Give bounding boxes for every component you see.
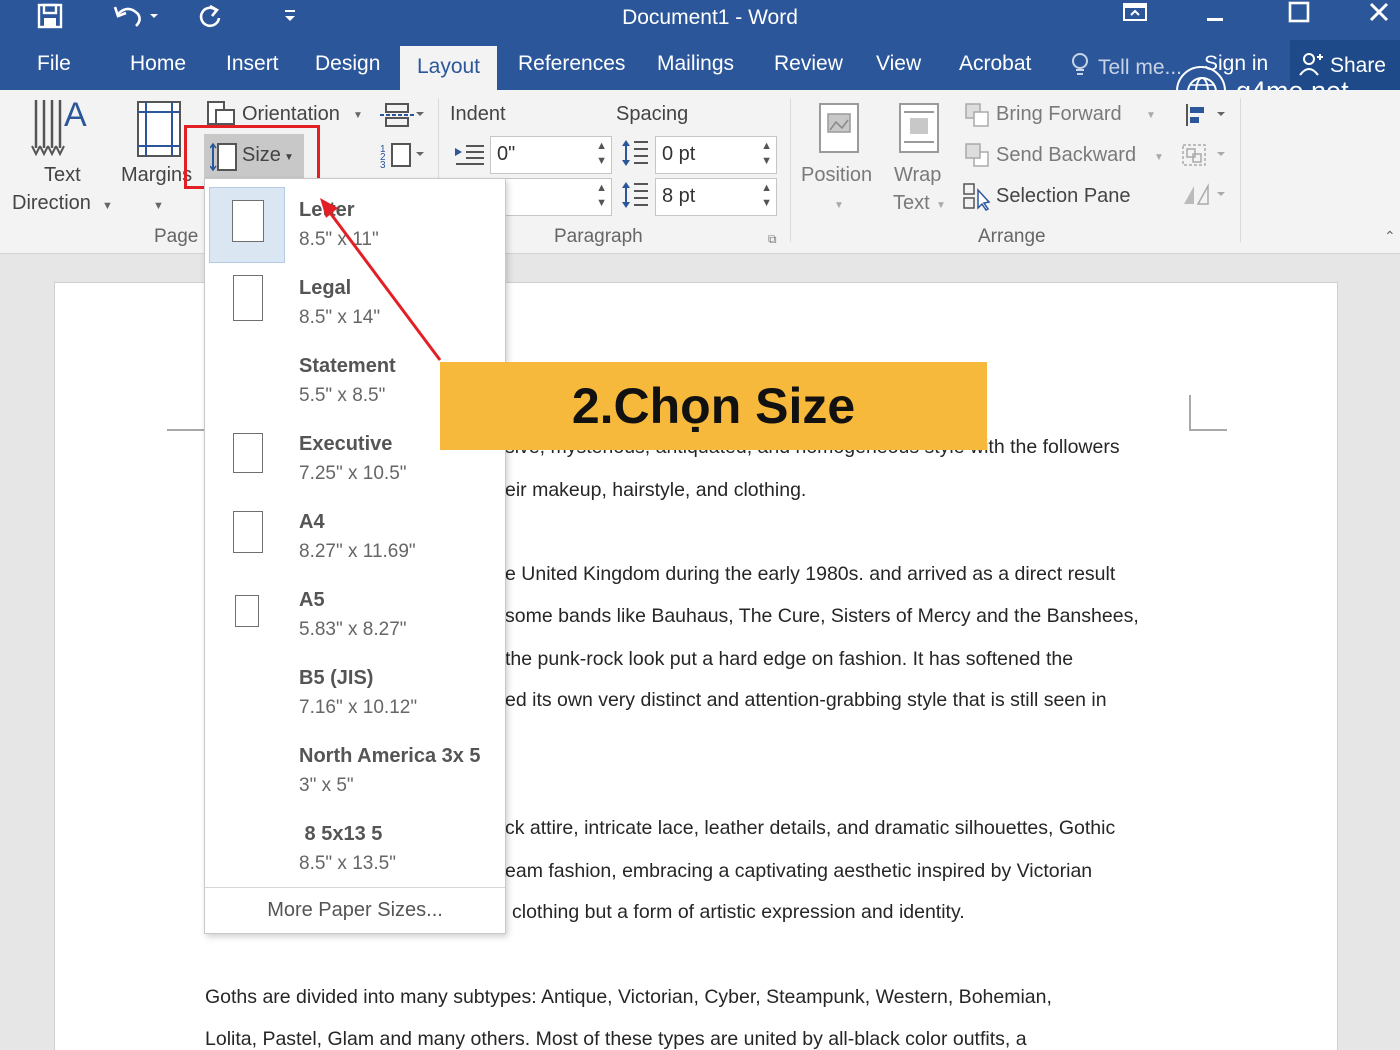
tab-layout[interactable]: Layout [400, 46, 497, 90]
spinner-arrows-icon[interactable]: ▲ ▼ [596, 139, 607, 169]
rotate-icon[interactable] [1180, 182, 1228, 213]
instruction-callout: 2.Chọn Size [440, 362, 987, 450]
tab-review[interactable]: Review [774, 52, 843, 76]
paper-thumb [209, 187, 285, 263]
paper-size-b5-jis[interactable]: B5 (JIS) 7.16" x 10.12" [205, 655, 505, 733]
maximize-icon[interactable] [1274, 0, 1324, 34]
tab-insert[interactable]: Insert [226, 52, 279, 76]
minimize-icon[interactable] [1190, 0, 1240, 34]
svg-text:A: A [64, 96, 87, 134]
chevron-down-icon: ▼ [1146, 110, 1156, 121]
group-separator [1240, 98, 1241, 242]
selection-pane-button[interactable]: Selection Pane [996, 185, 1131, 208]
crop-mark [1189, 395, 1191, 431]
doc-text-line: ck attire, intricate lace, leather detai… [505, 817, 1116, 839]
tab-references[interactable]: References [518, 52, 625, 76]
paper-thumb [209, 421, 285, 497]
align-icon[interactable] [1184, 102, 1228, 133]
indent-left-input[interactable]: 0" ▲ ▼ [490, 136, 612, 174]
tab-view[interactable]: View [876, 52, 921, 76]
more-paper-sizes-link[interactable]: More Paper Sizes... [205, 887, 505, 933]
tab-mailings[interactable]: Mailings [657, 52, 734, 76]
group-objects-icon[interactable] [1180, 142, 1228, 173]
doc-text-line: clothing but a form of artistic expressi… [512, 901, 965, 923]
lightbulb-icon [1070, 52, 1090, 84]
doc-text-line: eir makeup, hairstyle, and clothing. [505, 479, 807, 501]
breaks-icon[interactable] [380, 102, 426, 133]
paper-size-legal[interactable]: Legal 8.5" x 14" [205, 265, 505, 343]
orientation-button[interactable]: Orientation [242, 103, 340, 126]
position-button[interactable]: Position [801, 164, 872, 187]
size-dropdown-menu: Letter 8.5" x 11" Legal 8.5" x 14" State… [204, 178, 506, 934]
tab-home[interactable]: Home [130, 52, 186, 76]
spinner-arrows-icon[interactable]: ▲ ▼ [761, 139, 772, 169]
doc-text-line: the punk-rock look put a hard edge on fa… [505, 648, 1074, 670]
tab-design[interactable]: Design [315, 52, 380, 76]
indent-left-icon [454, 144, 486, 171]
bring-forward-icon [964, 102, 992, 133]
spacing-after-input[interactable]: 8 pt ▲ ▼ [655, 178, 777, 216]
page-setup-group-label: Page [154, 226, 199, 247]
collapse-ribbon-icon[interactable]: ⌃ [1384, 228, 1396, 245]
paper-size-a5[interactable]: A5 5.83" x 8.27" [205, 577, 505, 655]
chevron-down-icon: ▼ [1154, 152, 1164, 163]
title-bar: Document1 - Word [0, 0, 1400, 40]
close-icon[interactable] [1354, 0, 1400, 34]
paper-size-north-america-3x5[interactable]: North America 3x 5 3" x 5" [205, 733, 505, 811]
send-backward-button[interactable]: Send Backward [996, 144, 1136, 167]
paper-thumb [209, 577, 285, 653]
text-direction-label-2[interactable]: Direction [12, 192, 91, 215]
arrange-group-label: Arrange [978, 226, 1046, 247]
doc-text-line: Lolita, Pastel, Glam and many others. Mo… [205, 1028, 1027, 1050]
tell-me-box[interactable]: Tell me... [1070, 52, 1182, 84]
indent-right-input[interactable]: "▲▼ [490, 178, 612, 216]
chevron-down-icon: ▼ [353, 110, 363, 121]
spacing-after-icon [620, 180, 650, 215]
wrap-text-label-2[interactable]: Text [893, 192, 930, 215]
paper-size-a4[interactable]: A4 8.27" x 11.69" [205, 499, 505, 577]
send-backward-icon [964, 142, 992, 173]
doc-text-line: ed its own very distinct and attention-g… [505, 689, 1107, 711]
crop-mark [167, 429, 207, 431]
spinner-arrows-icon[interactable]: ▲ ▼ [761, 181, 772, 211]
selection-pane-icon [962, 182, 992, 217]
spacing-label: Spacing [616, 103, 689, 125]
doc-text-line: e United Kingdom during the early 1980s.… [505, 563, 1116, 585]
indent-label: Indent [450, 103, 506, 125]
paragraph-group-label: Paragraph [554, 226, 643, 247]
paper-thumb [209, 499, 285, 575]
spacing-before-input[interactable]: 0 pt ▲ ▼ [655, 136, 777, 174]
text-direction-icon: A [30, 96, 94, 163]
chevron-down-icon: ▼ [153, 200, 164, 212]
chevron-down-icon: ▼ [936, 200, 946, 211]
line-numbers-icon[interactable]: 123 [380, 142, 426, 173]
doc-text-line: some bands like Bauhaus, The Cure, Siste… [505, 605, 1139, 627]
chevron-down-icon: ▼ [834, 200, 844, 211]
tell-me-label: Tell me... [1098, 56, 1183, 79]
spacing-before-icon [620, 138, 650, 173]
position-icon [818, 102, 860, 159]
doc-text-line: eam fashion, embracing a captivating aes… [505, 860, 1093, 882]
paper-size-8-5x13-5[interactable]: 8 5x13 5 8.5" x 13.5" [205, 811, 505, 889]
spinner-arrows-icon[interactable]: ▲ ▼ [596, 181, 607, 211]
text-direction-label-1[interactable]: Text [44, 164, 81, 187]
margins-button[interactable]: Margins [121, 164, 192, 187]
ribbon-display-options-icon[interactable] [1110, 0, 1160, 34]
doc-text-line: Goths are divided into many subtypes: An… [205, 986, 1052, 1008]
dialog-launcher-icon[interactable]: ⧉ [768, 232, 777, 247]
chevron-down-icon: ▼ [102, 200, 113, 212]
bring-forward-button[interactable]: Bring Forward [996, 103, 1122, 126]
ribbon-tabs: File Home Insert Design Layout Reference… [0, 40, 1400, 116]
crop-mark [1189, 429, 1227, 431]
group-separator [790, 98, 791, 242]
tab-acrobat[interactable]: Acrobat [959, 52, 1031, 76]
margins-icon [136, 100, 182, 163]
paper-size-letter[interactable]: Letter 8.5" x 11" [205, 187, 505, 265]
svg-text:3: 3 [380, 160, 386, 168]
tab-file[interactable]: File [37, 52, 71, 76]
paper-thumb [209, 265, 285, 341]
wrap-text-label-1[interactable]: Wrap [894, 164, 941, 187]
wrap-text-icon [898, 102, 940, 159]
